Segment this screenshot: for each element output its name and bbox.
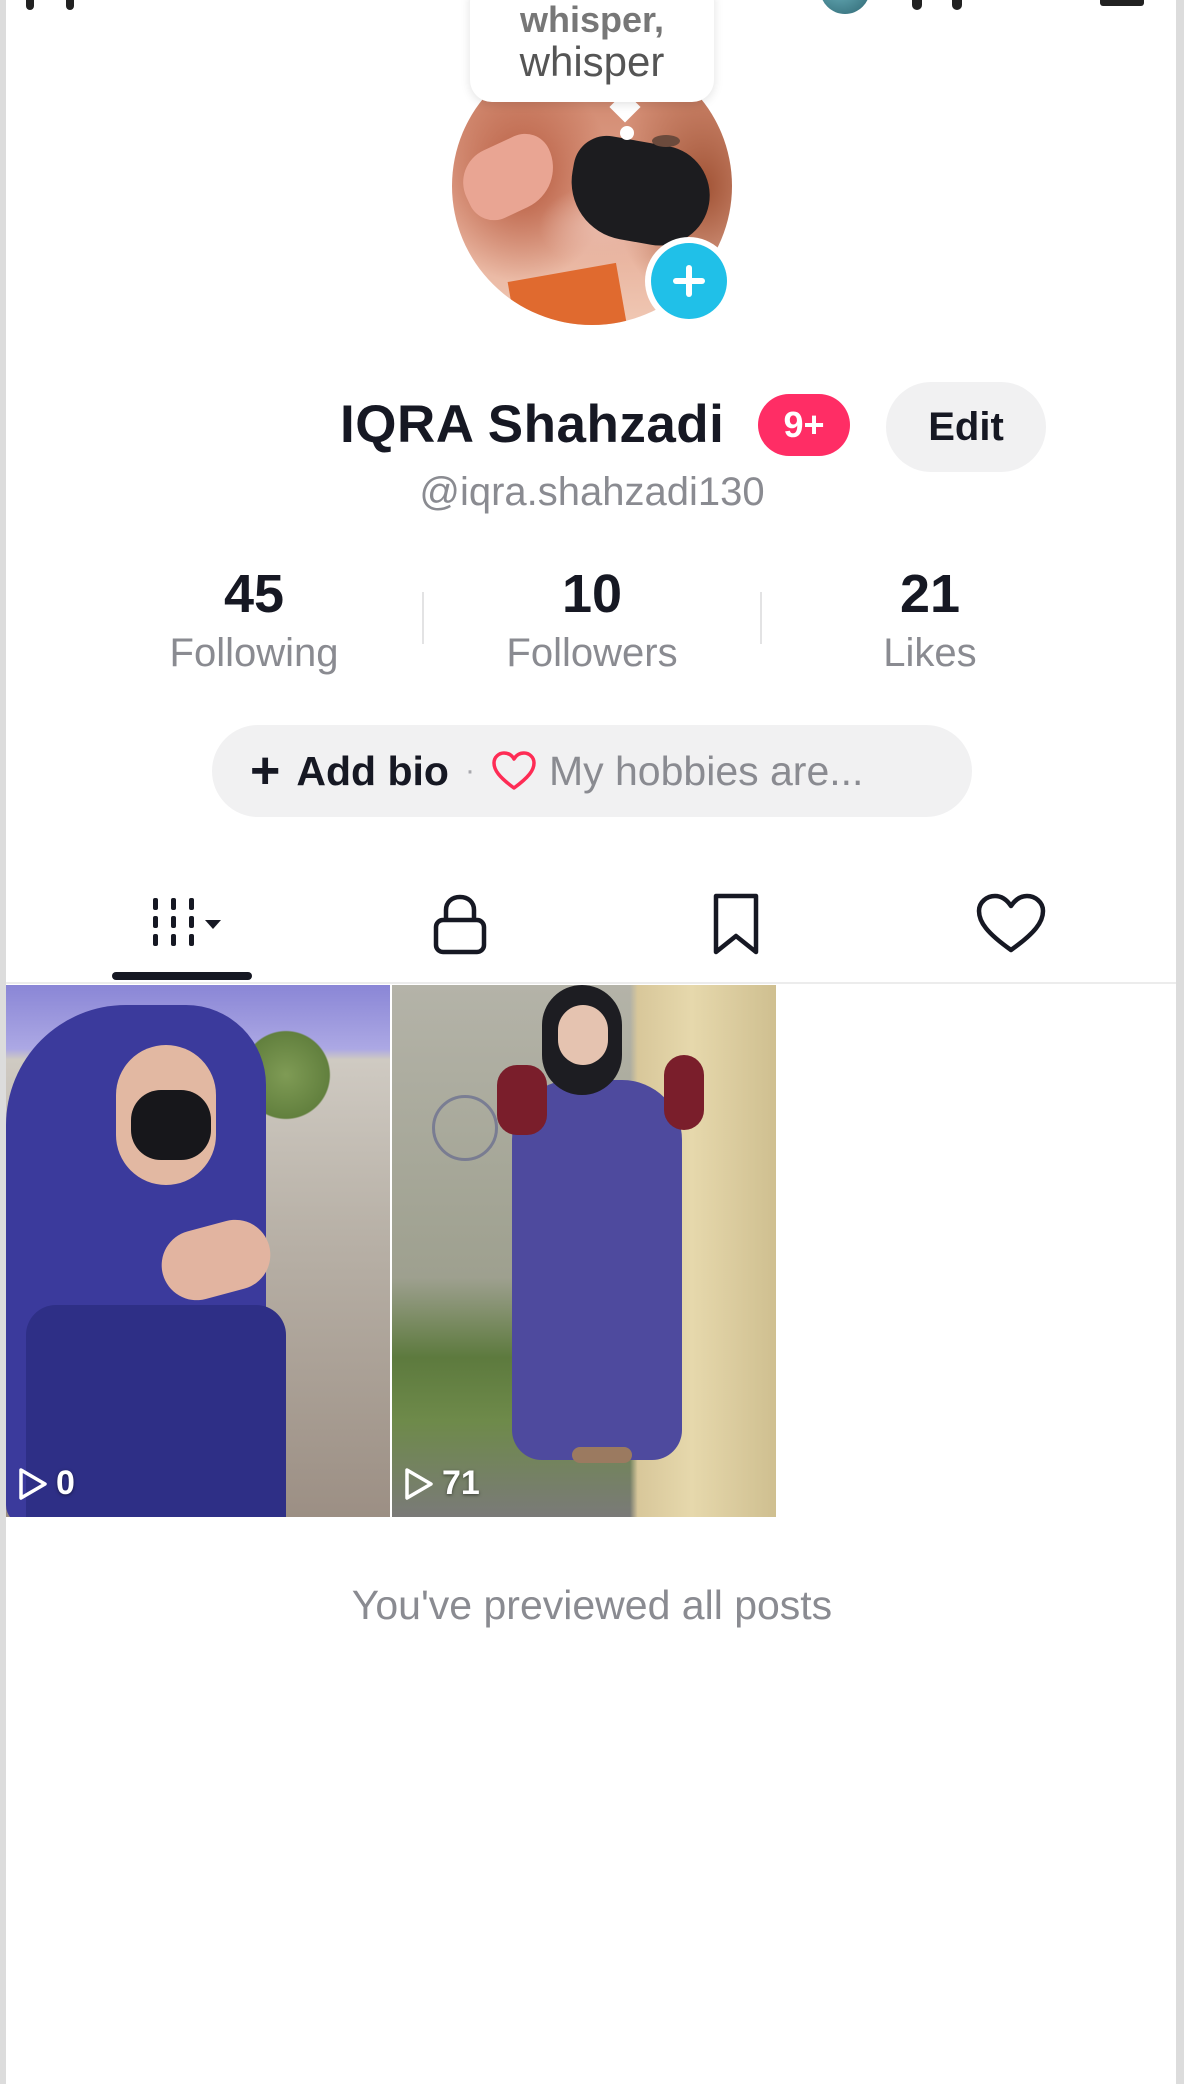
stat-following[interactable]: 45 Following [94,562,414,678]
whisper-line-1: whisper, [519,0,665,40]
story-avatar[interactable] [820,0,870,14]
tab-saved[interactable] [686,884,786,964]
header-icons-remnant [892,0,1012,12]
tab-videos[interactable] [136,884,246,964]
stat-value: 10 [561,564,623,624]
stat-label: Following [169,631,339,675]
bookmark-icon [713,893,759,955]
stat-label: Likes [883,631,977,675]
heart-icon [491,750,537,792]
whisper-bubble[interactable]: whisper, whisper [470,0,714,102]
plus-icon [673,265,705,297]
active-tab-indicator [112,972,252,980]
view-count: 0 [16,1464,75,1503]
profile-stats: 45 Following 10 Followers 21 Likes [0,562,1184,682]
username: @iqra.shahzadi130 [419,470,765,514]
stat-divider [422,592,424,644]
lock-icon [433,894,487,955]
heart-icon [976,893,1046,953]
end-of-posts-message: You've previewed all posts [351,1582,833,1628]
view-count-value: 71 [442,1464,480,1502]
tab-private[interactable] [410,884,510,964]
add-avatar-button[interactable] [645,237,733,325]
stat-value: 21 [899,564,961,624]
post-thumbnail[interactable]: 0 [6,985,390,1517]
edit-profile-button[interactable]: Edit [886,382,1046,472]
right-frame-edge [1176,0,1184,2084]
stat-label: Followers [506,631,678,675]
stat-divider [760,592,762,644]
stat-likes[interactable]: 21 Likes [770,562,1090,678]
play-icon [405,1467,433,1500]
play-icon [19,1467,47,1500]
menu-icon[interactable] [1100,0,1144,6]
notification-badge[interactable]: 9+ [758,394,850,456]
grid-dropdown-icon [153,898,221,946]
stat-value: 45 [223,564,285,624]
tab-liked[interactable] [956,884,1066,964]
view-count: 71 [402,1464,480,1503]
display-name: IQRA Shahzadi [340,395,725,454]
bio-hint: My hobbies are... [548,747,864,794]
bubble-dot [620,126,634,140]
add-bio-button[interactable]: + Add bio · My hobbies are... [212,725,972,817]
profile-name-row: IQRA Shahzadi 9+ Edit [0,382,1184,472]
whisper-line-2: whisper [519,38,665,85]
status-bar-remnant [26,0,86,10]
posts-grid: 0 71 [6,985,1176,1517]
add-bio-label: Add bio [296,747,449,794]
view-count-value: 0 [56,1464,75,1502]
bio-separator: · [464,754,475,787]
profile-tabs [6,870,1176,984]
stat-followers[interactable]: 10 Followers [432,562,752,678]
plus-icon: + [250,742,281,800]
post-thumbnail[interactable]: 71 [392,985,776,1517]
